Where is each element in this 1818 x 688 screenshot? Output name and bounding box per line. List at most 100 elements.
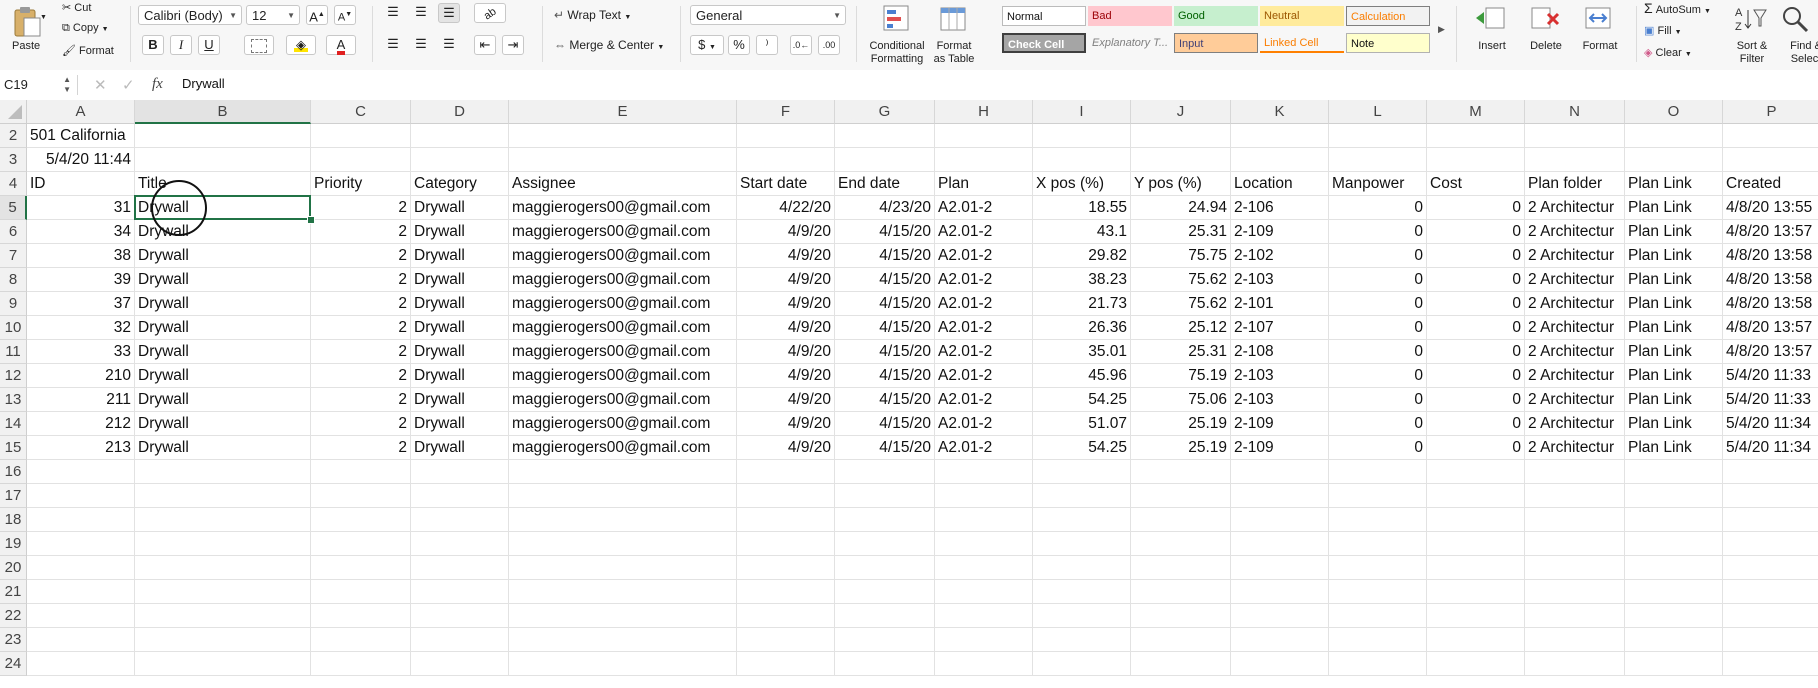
cell[interactable] [1723,604,1818,628]
formula-input[interactable]: Drywall [182,76,225,91]
table-row-cell[interactable]: 0 [1427,388,1525,412]
table-row-cell[interactable]: 5/4/20 11:34 [1723,436,1818,460]
cell[interactable] [1329,148,1427,172]
column-title-cell[interactable]: Category [411,172,509,196]
table-row-cell[interactable]: 43.1 [1033,220,1131,244]
cell[interactable] [1033,580,1131,604]
table-row-cell[interactable]: 0 [1427,196,1525,220]
cell[interactable] [1525,580,1625,604]
table-row-cell[interactable]: maggierogers00@gmail.com [509,220,737,244]
column-header-l[interactable]: L [1329,100,1427,124]
cell[interactable] [135,628,311,652]
table-row-cell[interactable]: Drywall [135,388,311,412]
cell[interactable] [737,460,835,484]
increase-indent-button[interactable]: ⇥ [502,35,524,55]
table-row-cell[interactable]: 2-101 [1231,292,1329,316]
table-row-cell[interactable]: 2 Architectur [1525,244,1625,268]
cell[interactable] [135,652,311,676]
align-left-button[interactable]: ☰ [382,35,404,55]
table-row-cell[interactable]: 35.01 [1033,340,1131,364]
cell[interactable] [27,580,135,604]
percent-button[interactable]: % [728,35,750,55]
bold-button[interactable]: B [142,35,164,55]
cell[interactable] [1525,460,1625,484]
cell[interactable] [311,604,411,628]
cell[interactable] [935,532,1033,556]
cell[interactable] [135,148,311,172]
table-row-cell[interactable]: 0 [1427,316,1525,340]
column-header-p[interactable]: P [1723,100,1818,124]
currency-button[interactable]: $ ▼ [690,35,724,55]
cell[interactable] [509,148,737,172]
wrap-text-button[interactable]: ↵ Wrap Text ▼ [554,8,631,22]
table-row-cell[interactable]: Plan Link [1625,364,1723,388]
font-name-dropdown[interactable]: Calibri (Body) ▼ [138,5,242,25]
cell[interactable] [1625,556,1723,580]
column-header-h[interactable]: H [935,100,1033,124]
increase-font-button[interactable]: A▲ [306,5,328,25]
italic-button[interactable]: I [170,35,192,55]
table-row-cell[interactable]: A2.01-2 [935,292,1033,316]
cell[interactable] [1427,628,1525,652]
cell[interactable] [1525,556,1625,580]
select-all-corner[interactable] [0,100,27,124]
cell[interactable] [27,652,135,676]
cell[interactable] [1723,628,1818,652]
cell[interactable] [1231,484,1329,508]
cell[interactable] [1625,508,1723,532]
style-good[interactable]: Good [1174,6,1258,26]
cut-button[interactable]: ✂ Cut [62,1,91,14]
cell[interactable] [1625,628,1723,652]
cell[interactable] [1723,580,1818,604]
table-row-cell[interactable]: 212 [27,412,135,436]
row-header-8[interactable]: 8 [0,268,27,292]
table-row-cell[interactable]: 0 [1329,268,1427,292]
cell[interactable] [411,652,509,676]
column-header-e[interactable]: E [509,100,737,124]
delete-button[interactable]: Delete [1520,2,1572,66]
table-row-cell[interactable]: 4/9/20 [737,388,835,412]
cell[interactable] [1231,460,1329,484]
row-header-7[interactable]: 7 [0,244,27,268]
table-row-cell[interactable]: 4/23/20 [835,196,935,220]
cell[interactable] [1033,124,1131,148]
column-header-n[interactable]: N [1525,100,1625,124]
cell[interactable] [1427,508,1525,532]
cell[interactable] [1033,484,1131,508]
table-row-cell[interactable]: 0 [1427,340,1525,364]
cell[interactable] [1427,124,1525,148]
table-row-cell[interactable]: 2-108 [1231,340,1329,364]
cell[interactable] [311,484,411,508]
sort-filter-button[interactable]: A Z Sort & Filter [1728,2,1776,66]
table-row-cell[interactable]: 4/15/20 [835,316,935,340]
row-header-17[interactable]: 17 [0,484,27,508]
table-row-cell[interactable]: 2-102 [1231,244,1329,268]
style-calculation[interactable]: Calculation [1346,6,1430,26]
cell[interactable] [935,148,1033,172]
cell[interactable] [509,484,737,508]
column-header-d[interactable]: D [411,100,509,124]
table-row-cell[interactable]: 4/8/20 13:58 [1723,268,1818,292]
row-header-14[interactable]: 14 [0,412,27,436]
table-row-cell[interactable]: 0 [1329,196,1427,220]
cell[interactable] [1625,148,1723,172]
copy-button[interactable]: ⧉ Copy ▼ [62,22,109,35]
table-row-cell[interactable]: 29.82 [1033,244,1131,268]
cell[interactable] [835,460,935,484]
cell[interactable] [27,556,135,580]
orientation-button[interactable]: ab [474,3,506,23]
column-title-cell[interactable]: Plan folder [1525,172,1625,196]
cell[interactable] [1723,652,1818,676]
table-row-cell[interactable]: 2 [311,340,411,364]
table-row-cell[interactable]: 75.62 [1131,268,1231,292]
row-header-10[interactable]: 10 [0,316,27,340]
table-row-cell[interactable]: 2 Architectur [1525,268,1625,292]
table-row-cell[interactable]: 0 [1427,292,1525,316]
table-row-cell[interactable]: 4/9/20 [737,316,835,340]
clear-button[interactable]: ◈ Clear ▼ [1644,46,1692,59]
table-row-cell[interactable]: Plan Link [1625,196,1723,220]
cell[interactable] [1131,652,1231,676]
cell[interactable] [1131,508,1231,532]
cell[interactable] [311,556,411,580]
table-row-cell[interactable]: 4/9/20 [737,436,835,460]
